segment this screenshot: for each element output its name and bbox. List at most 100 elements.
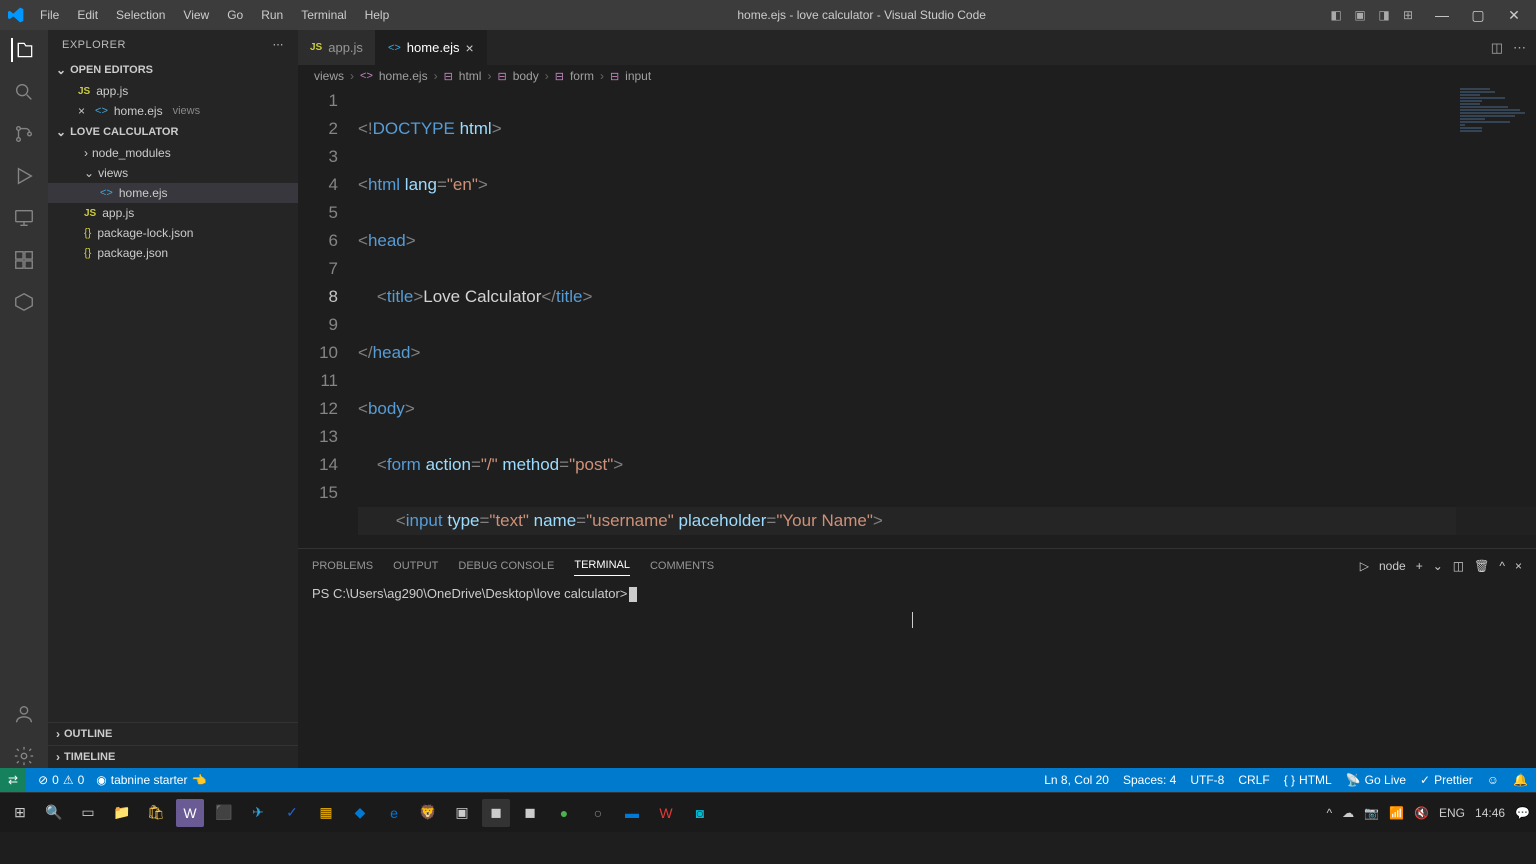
tray-chevron-icon[interactable]: ^	[1327, 806, 1333, 820]
wifi-icon[interactable]: 📶	[1389, 806, 1404, 820]
code-content[interactable]: <!DOCTYPE html> <html lang="en"> <head> …	[358, 87, 1536, 548]
more-actions-icon[interactable]: ⋯	[1513, 40, 1526, 56]
search-taskbar-icon[interactable]: 🔍	[40, 799, 68, 827]
terminal-shell-label[interactable]: node	[1379, 559, 1406, 573]
panel-tab-problems[interactable]: PROBLEMS	[312, 556, 373, 576]
status-golive[interactable]: 📡Go Live	[1346, 773, 1406, 787]
menu-file[interactable]: File	[32, 4, 67, 26]
project-section[interactable]: LOVE CALCULATOR	[48, 121, 298, 143]
status-tabnine[interactable]: ◉tabnine starter👈	[96, 773, 206, 787]
close-window-button[interactable]: ✕	[1500, 7, 1528, 24]
status-language[interactable]: { }HTML	[1284, 773, 1332, 787]
search-icon[interactable]	[12, 80, 36, 104]
menu-help[interactable]: Help	[357, 4, 398, 26]
menu-selection[interactable]: Selection	[108, 4, 173, 26]
status-feedback[interactable]: ☺	[1487, 773, 1499, 787]
terminal-icon[interactable]: ▣	[448, 799, 476, 827]
store-icon[interactable]: 🛍	[142, 799, 170, 827]
status-prettier[interactable]: ✓Prettier	[1420, 773, 1473, 787]
layout-panel-icon[interactable]: ▣	[1350, 8, 1370, 22]
app-icon[interactable]: ▬	[618, 799, 646, 827]
app-icon[interactable]: ○	[584, 799, 612, 827]
minimize-button[interactable]: ―	[1428, 7, 1456, 23]
timeline-section[interactable]: TIMELINE	[48, 745, 298, 768]
menu-go[interactable]: Go	[219, 4, 251, 26]
todo-icon[interactable]: ✓	[278, 799, 306, 827]
extensions-icon[interactable]	[12, 248, 36, 272]
panel-tab-terminal[interactable]: TERMINAL	[574, 555, 630, 576]
source-control-icon[interactable]	[12, 122, 36, 146]
panel-tab-output[interactable]: OUTPUT	[393, 556, 438, 576]
file-home-ejs[interactable]: <>home.ejs	[48, 183, 298, 203]
breadcrumb-item[interactable]: views	[314, 69, 344, 83]
terminal-shell-icon[interactable]: ▷	[1360, 559, 1369, 573]
folder-node-modules[interactable]: ›node_modules	[48, 143, 298, 163]
app-icon[interactable]: ◆	[346, 799, 374, 827]
open-editor-item[interactable]: JS app.js	[48, 81, 298, 101]
file-explorer-icon[interactable]: 📁	[108, 799, 136, 827]
tab-home-ejs[interactable]: <> home.ejs ×	[376, 30, 487, 65]
explorer-icon[interactable]	[11, 38, 35, 62]
breadcrumb-item[interactable]: body	[513, 69, 539, 83]
app-icon[interactable]: ◼	[482, 799, 510, 827]
maximize-panel-icon[interactable]: ^	[1499, 559, 1505, 573]
menu-edit[interactable]: Edit	[69, 4, 106, 26]
vscode-taskbar-icon[interactable]: ⬛	[210, 799, 238, 827]
status-bell[interactable]: 🔔	[1513, 773, 1528, 787]
breadcrumb-item[interactable]: home.ejs	[379, 69, 428, 83]
accounts-icon[interactable]	[12, 702, 36, 726]
new-terminal-icon[interactable]: +	[1416, 559, 1423, 573]
terminal[interactable]: PS C:\Users\ag290\OneDrive\Desktop\love …	[298, 576, 1536, 768]
menu-terminal[interactable]: Terminal	[293, 4, 354, 26]
clock[interactable]: 14:46	[1475, 806, 1505, 820]
status-spaces[interactable]: Spaces: 4	[1123, 773, 1176, 787]
wps-icon[interactable]: W	[652, 799, 680, 827]
maximize-button[interactable]: ▢	[1464, 7, 1492, 24]
status-eol[interactable]: CRLF	[1238, 773, 1269, 787]
breadcrumb-item[interactable]: html	[459, 69, 482, 83]
layout-sidebar-icon[interactable]: ◨	[1374, 8, 1394, 22]
close-panel-icon[interactable]: ×	[1515, 559, 1522, 573]
sidebar-more-icon[interactable]: ⋯	[273, 38, 285, 51]
app-icon[interactable]: W	[176, 799, 204, 827]
volume-icon[interactable]: 🔇	[1414, 806, 1429, 820]
close-icon[interactable]: ×	[78, 104, 85, 118]
app-icon[interactable]: ●	[550, 799, 578, 827]
system-tray[interactable]: ^ ☁ 📷 📶 🔇 ENG 14:46 💬	[1327, 806, 1531, 820]
remote-indicator[interactable]: ⇄	[0, 768, 26, 792]
open-editors-section[interactable]: OPEN EDITORS	[48, 59, 298, 81]
run-debug-icon[interactable]	[12, 164, 36, 188]
app-icon[interactable]: ▦	[312, 799, 340, 827]
split-editor-icon[interactable]: ◫	[1491, 40, 1503, 56]
breadcrumb-item[interactable]: input	[625, 69, 651, 83]
tab-app-js[interactable]: JS app.js	[298, 30, 376, 65]
app-icon[interactable]: ◙	[686, 799, 714, 827]
remote-explorer-icon[interactable]	[12, 206, 36, 230]
file-package-json[interactable]: {}package.json	[48, 243, 298, 263]
app-icon[interactable]: ◼	[516, 799, 544, 827]
status-position[interactable]: Ln 8, Col 20	[1044, 773, 1109, 787]
panel-tab-debug[interactable]: DEBUG CONSOLE	[458, 556, 554, 576]
minimap[interactable]	[1456, 87, 1536, 548]
breadcrumb-item[interactable]: form	[570, 69, 594, 83]
menu-run[interactable]: Run	[253, 4, 291, 26]
breadcrumbs[interactable]: views› <>home.ejs› ⊟html› ⊟body› ⊟form› …	[298, 65, 1536, 87]
kill-terminal-icon[interactable]: 🗑	[1474, 559, 1489, 573]
terminal-dropdown-icon[interactable]: ⌄	[1433, 559, 1443, 573]
open-editor-item[interactable]: × <> home.ejs views	[48, 101, 298, 121]
telegram-icon[interactable]: ✈	[244, 799, 272, 827]
close-tab-icon[interactable]: ×	[466, 40, 474, 56]
menu-view[interactable]: View	[175, 4, 217, 26]
onedrive-icon[interactable]: ☁	[1342, 806, 1354, 820]
layout-toggle-icon[interactable]: ◧	[1326, 8, 1346, 22]
layout-customize-icon[interactable]: ⊞	[1398, 8, 1418, 22]
edge-icon[interactable]: e	[380, 799, 408, 827]
status-errors[interactable]: ⊘0⚠0	[38, 773, 84, 787]
panel-tab-comments[interactable]: COMMENTS	[650, 556, 714, 576]
start-button[interactable]: ⊞	[6, 799, 34, 827]
notifications-icon[interactable]: 💬	[1515, 806, 1530, 820]
split-terminal-icon[interactable]: ◫	[1453, 559, 1464, 573]
folder-views[interactable]: ⌄views	[48, 163, 298, 183]
status-encoding[interactable]: UTF-8	[1190, 773, 1224, 787]
meet-now-icon[interactable]: 📷	[1364, 806, 1379, 820]
